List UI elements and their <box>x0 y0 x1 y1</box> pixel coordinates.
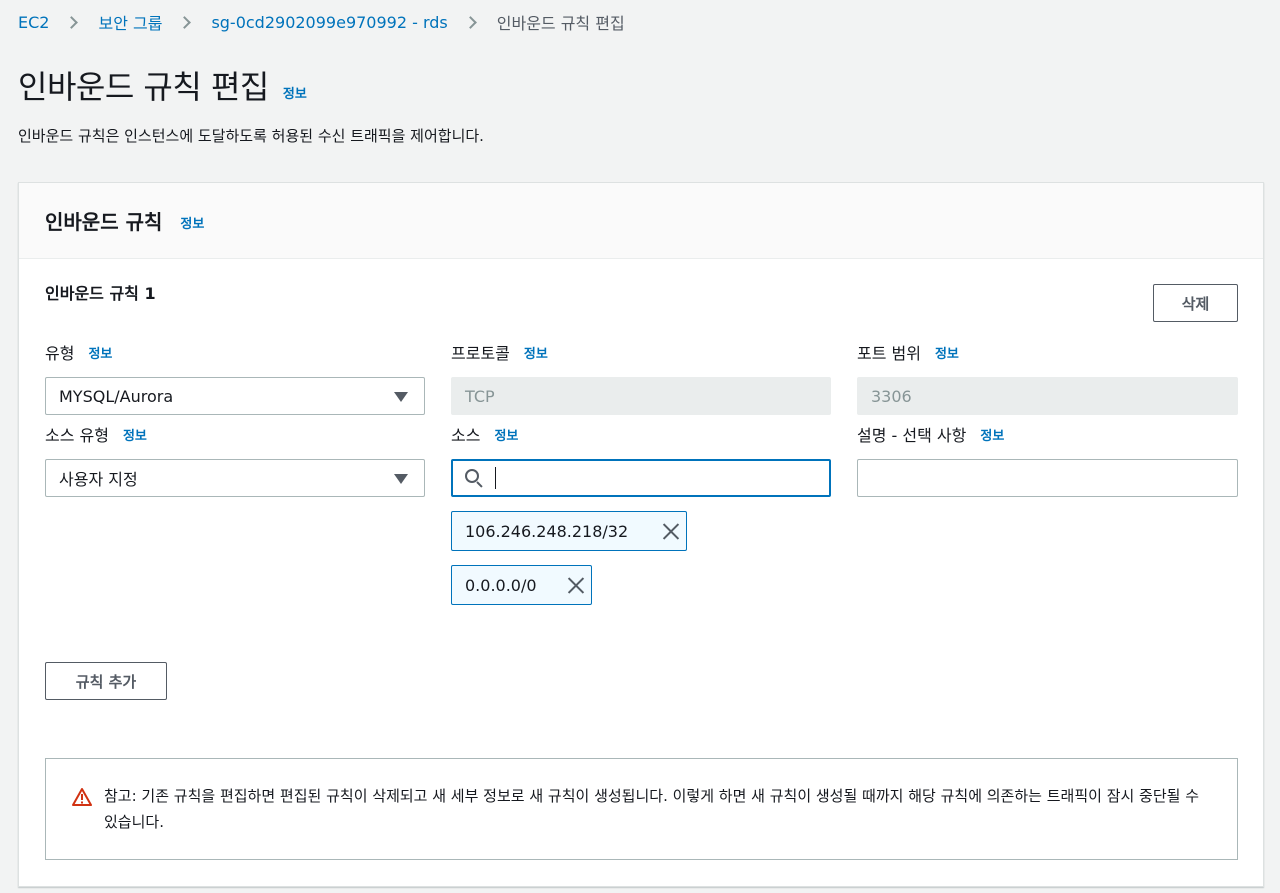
source-info-link[interactable]: 정보 <box>494 425 518 444</box>
chevron-right-icon <box>178 15 192 29</box>
source-label-group: 소스 정보 <box>451 422 518 446</box>
source-type-select[interactable]: 사용자 지정 <box>45 459 425 497</box>
description-label: 설명 - 선택 사항 <box>857 426 967 445</box>
type-label: 유형 <box>45 344 75 363</box>
source-search-input[interactable] <box>451 459 831 497</box>
page-info-link[interactable]: 정보 <box>283 83 307 102</box>
protocol-value: TCP <box>465 386 495 406</box>
source-token-label: 0.0.0.0/0 <box>465 575 537 595</box>
port-range-info-link[interactable]: 정보 <box>935 343 959 362</box>
source-label: 소스 <box>451 426 481 445</box>
alert-text: 참고: 기존 규칙을 편집하면 편집된 규칙이 삭제되고 새 세부 정보로 새 … <box>104 787 1200 831</box>
panel-info-link[interactable]: 정보 <box>180 213 204 232</box>
description-label-group: 설명 - 선택 사항 정보 <box>857 422 1004 446</box>
source-type-label: 소스 유형 <box>45 426 109 445</box>
page-description: 인바운드 규칙은 인스턴스에 도달하도록 허용된 수신 트래픽을 제어합니다. <box>18 127 484 145</box>
delete-button[interactable]: 삭제 <box>1153 284 1238 322</box>
close-icon[interactable] <box>566 575 586 595</box>
page-header: 인바운드 규칙 편집 정보 <box>18 62 307 108</box>
breadcrumb-security-group[interactable]: sg-0cd2902099e970992 - rds <box>211 13 447 32</box>
search-icon <box>465 469 483 488</box>
text-cursor <box>495 467 496 489</box>
port-range-value: 3306 <box>871 386 912 406</box>
description-info-link[interactable]: 정보 <box>980 425 1004 444</box>
warning-icon <box>72 788 92 806</box>
source-token-label: 106.246.248.218/32 <box>465 521 629 541</box>
breadcrumb-security-groups[interactable]: 보안 그룹 <box>98 10 162 34</box>
inbound-rules-panel: 인바운드 규칙 정보 인바운드 규칙 1 삭제 유형 정보 프로토콜 정보 포트… <box>18 182 1264 887</box>
source-type-select-value: 사용자 지정 <box>59 470 138 489</box>
port-range-label-group: 포트 범위 정보 <box>857 340 959 364</box>
panel-title: 인바운드 규칙 <box>45 210 163 234</box>
source-type-info-link[interactable]: 정보 <box>123 425 147 444</box>
source-type-label-group: 소스 유형 정보 <box>45 422 147 446</box>
protocol-label: 프로토콜 <box>451 344 510 363</box>
chevron-right-icon <box>65 15 79 29</box>
source-token: 106.246.248.218/32 <box>451 511 687 551</box>
type-label-group: 유형 정보 <box>45 340 112 364</box>
page-title: 인바운드 규칙 편집 <box>18 68 269 106</box>
caret-down-icon <box>394 392 408 402</box>
panel-header: 인바운드 규칙 정보 <box>19 183 1263 259</box>
add-rule-button[interactable]: 규칙 추가 <box>45 662 167 700</box>
type-info-link[interactable]: 정보 <box>88 343 112 362</box>
description-field[interactable] <box>857 459 1238 497</box>
close-icon[interactable] <box>661 521 681 541</box>
source-token: 0.0.0.0/0 <box>451 565 592 605</box>
port-range-label: 포트 범위 <box>857 344 921 363</box>
breadcrumb-ec2[interactable]: EC2 <box>18 13 49 32</box>
protocol-info-link[interactable]: 정보 <box>524 343 548 362</box>
type-select-value: MYSQL/Aurora <box>59 386 174 406</box>
warning-alert: 참고: 기존 규칙을 편집하면 편집된 규칙이 삭제되고 새 세부 정보로 새 … <box>45 758 1238 860</box>
port-range-field: 3306 <box>857 377 1238 415</box>
caret-down-icon <box>394 474 408 484</box>
breadcrumb: EC2 보안 그룹 sg-0cd2902099e970992 - rds 인바운… <box>18 10 625 34</box>
type-select[interactable]: MYSQL/Aurora <box>45 377 425 415</box>
protocol-label-group: 프로토콜 정보 <box>451 340 548 364</box>
chevron-right-icon <box>463 15 477 29</box>
rule-title: 인바운드 규칙 1 <box>45 284 156 303</box>
protocol-field: TCP <box>451 377 831 415</box>
breadcrumb-current: 인바운드 규칙 편집 <box>496 14 625 33</box>
